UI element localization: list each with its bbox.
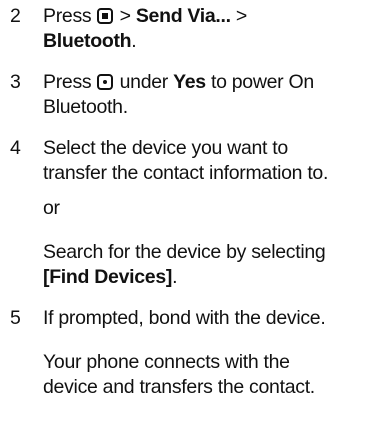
- menu-item-send-via: Send Via...: [135, 5, 231, 27]
- or-text: or: [43, 197, 60, 219]
- softkey-yes: Yes: [173, 71, 206, 93]
- result-text: Your phone connects with the device and …: [43, 350, 373, 400]
- period: .: [172, 266, 178, 288]
- option-find-devices: [Find Devices]: [43, 266, 173, 288]
- step-number: 2: [10, 5, 21, 27]
- step-text-line: Your phone connects with the: [43, 351, 290, 373]
- step-number: 5: [10, 307, 21, 329]
- separator: >: [235, 5, 248, 27]
- step-number: 3: [10, 71, 21, 93]
- press-word: Press: [43, 71, 92, 93]
- step-text-line: Select the device you want to: [43, 137, 288, 159]
- step-text-line: If prompted, bond with the device.: [43, 307, 326, 329]
- instruction-page: 2 Press > Send Via... > Bluetooth. 3 Pre…: [0, 0, 382, 438]
- search-instruction: Search for the device by selecting [Find…: [43, 240, 373, 290]
- step-text: Press under Yes to power On Bluetooth.: [43, 70, 373, 120]
- step-text: Press > Send Via... > Bluetooth.: [43, 4, 373, 54]
- menu-item-bluetooth: Bluetooth: [43, 30, 132, 52]
- step-text-line: Search for the device by selecting: [43, 241, 326, 263]
- step-text-rest: to power On: [210, 71, 314, 93]
- step-text: Select the device you want to transfer t…: [43, 136, 373, 186]
- step-text: If prompted, bond with the device.: [43, 306, 373, 331]
- period: .: [131, 30, 137, 52]
- step-text-line: Bluetooth.: [43, 96, 128, 118]
- step-text-line: device and transfers the contact.: [43, 376, 315, 398]
- under-word: under: [119, 71, 169, 93]
- separator: >: [119, 5, 131, 27]
- step-text-line: transfer the contact information to.: [43, 162, 329, 184]
- press-word: Press: [43, 5, 92, 27]
- center-select-key-icon: [97, 74, 114, 90]
- menu-key-icon: [97, 8, 114, 24]
- step-number: 4: [10, 137, 21, 159]
